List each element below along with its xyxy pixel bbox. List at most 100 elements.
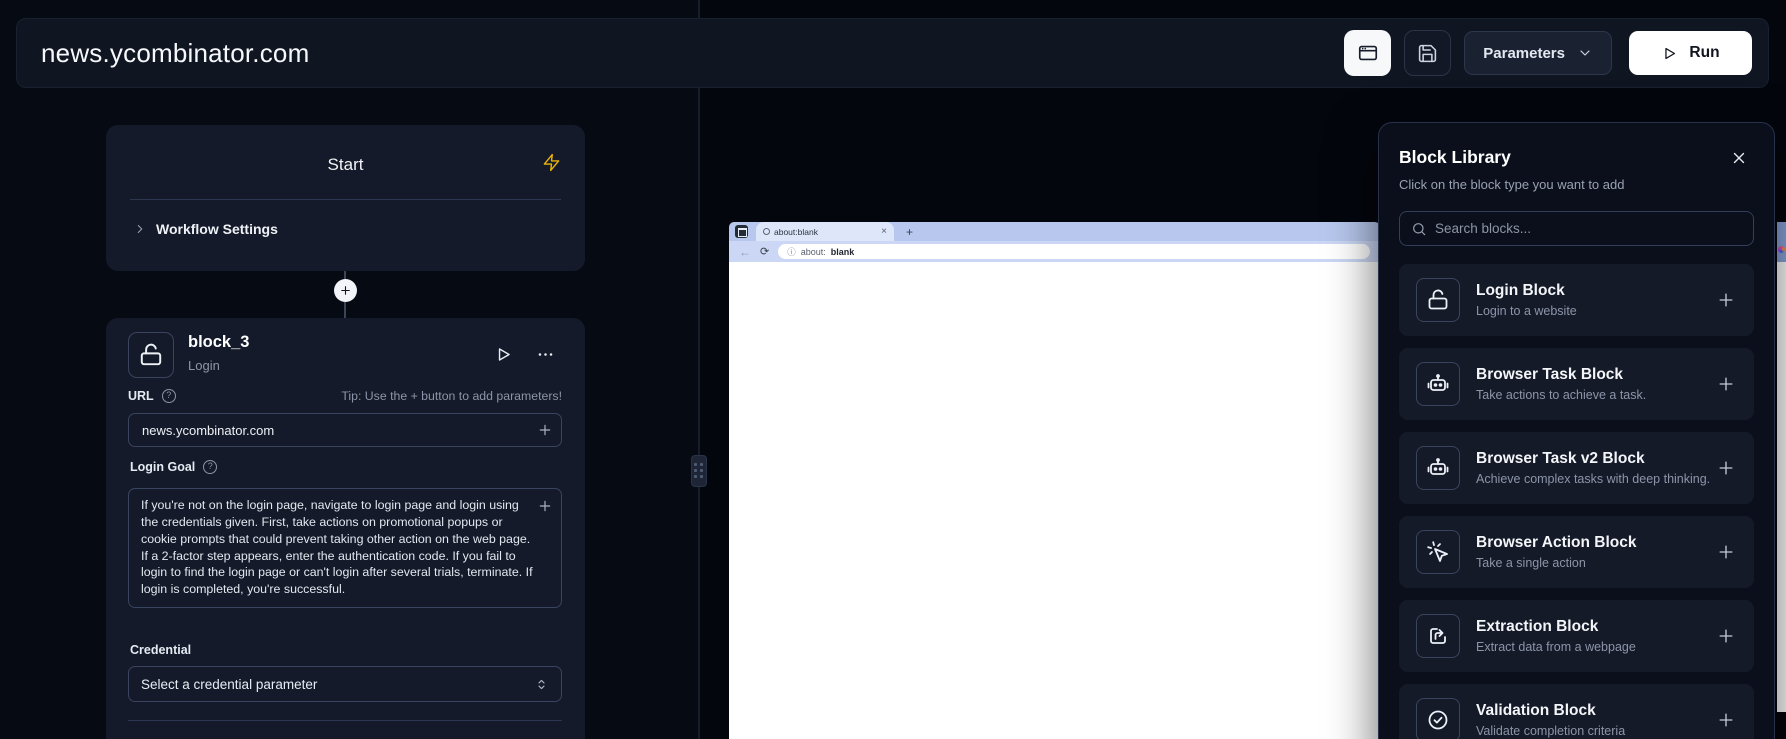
extract-icon [1426, 624, 1450, 648]
chevron-down-icon [1577, 45, 1593, 61]
add-block-node[interactable] [334, 279, 357, 302]
grip-dots-icon [694, 463, 704, 479]
save-button[interactable] [1404, 30, 1451, 76]
block-library-panel: Block Library Click on the block type yo… [1378, 122, 1775, 739]
run-button[interactable]: Run [1629, 31, 1752, 75]
browser-tab[interactable]: about:blank × [756, 222, 894, 241]
plus-icon [537, 498, 553, 514]
tab-title: about:blank [774, 227, 877, 237]
back-icon[interactable]: ← [739, 245, 751, 259]
address-bar[interactable]: ⓘ about:blank [778, 244, 1370, 259]
chevron-right-icon [133, 222, 147, 236]
new-tab-button[interactable]: + [906, 225, 913, 239]
block-search-input[interactable] [1400, 212, 1753, 245]
reload-icon[interactable]: ⟳ [760, 245, 769, 258]
login-goal-label-row: Login Goal [130, 460, 217, 474]
block-type-label: Login [188, 358, 220, 373]
add-block-button[interactable] [1716, 710, 1736, 735]
library-item-title: Browser Task v2 Block [1476, 450, 1710, 468]
library-item-icon-box [1416, 614, 1460, 658]
robot-icon [1426, 456, 1450, 480]
library-item-icon-box [1416, 278, 1460, 322]
block-library-title: Block Library [1399, 147, 1511, 168]
play-icon [494, 345, 513, 364]
url-label-row: URL Tip: Use the + button to add paramet… [128, 389, 562, 403]
plus-icon [1716, 458, 1736, 478]
library-item-description: Extract data from a webpage [1476, 640, 1636, 654]
workflow-settings-label: Workflow Settings [156, 221, 278, 237]
add-block-button[interactable] [1716, 542, 1736, 567]
browser-view-button[interactable] [1344, 30, 1391, 76]
header-controls: Parameters Run [1344, 30, 1752, 76]
plus-icon [537, 422, 553, 438]
ellipsis-icon [536, 345, 555, 364]
plus-icon [1716, 290, 1736, 310]
library-item[interactable]: Browser Task v2 Block Achieve complex ta… [1399, 432, 1754, 504]
tab-search-icon [735, 225, 748, 238]
library-item[interactable]: Browser Task Block Take actions to achie… [1399, 348, 1754, 420]
library-item-icon-box [1416, 362, 1460, 406]
block-name: block_3 [188, 333, 249, 352]
library-item[interactable]: Extraction Block Extract data from a web… [1399, 600, 1754, 672]
live-browser-preview[interactable]: about:blank × + ← ⟳ ⓘ about:blank [729, 222, 1380, 739]
credential-select[interactable]: Select a credential parameter [128, 666, 562, 702]
library-item-title: Browser Task Block [1476, 366, 1646, 384]
add-block-button[interactable] [1716, 626, 1736, 651]
close-icon [1730, 149, 1748, 167]
url-input[interactable] [128, 413, 562, 447]
play-icon [1661, 45, 1678, 62]
lightning-bolt-icon [542, 153, 561, 177]
block-type-icon-box [128, 332, 174, 378]
parameters-dropdown-button[interactable]: Parameters [1464, 31, 1612, 75]
cursor-click-icon [1426, 540, 1450, 564]
second-browser-frame-edge [1777, 222, 1786, 712]
card-divider [128, 720, 562, 721]
parameters-label: Parameters [1483, 45, 1565, 62]
library-item[interactable]: Validation Block Validate completion cri… [1399, 684, 1754, 739]
workflow-editor-screen: news.ycombinator.com Parameters Run Star… [0, 0, 1786, 739]
login-block-card[interactable]: block_3 Login URL Tip: Use the + button … [106, 318, 585, 739]
card-divider [130, 199, 561, 200]
save-icon [1417, 43, 1438, 64]
add-parameter-button[interactable] [537, 422, 553, 443]
add-block-button[interactable] [1716, 458, 1736, 483]
start-block-card[interactable]: Start Workflow Settings [106, 125, 585, 271]
add-block-button[interactable] [1716, 290, 1736, 315]
help-icon[interactable] [162, 389, 176, 403]
library-item-title: Login Block [1476, 282, 1577, 300]
parameters-tip: Tip: Use the + button to add parameters! [341, 389, 562, 403]
library-item-description: Take a single action [1476, 556, 1637, 570]
login-goal-field-wrap: If you're not on the login page, navigat… [128, 488, 562, 608]
block-library-list: Login Block Login to a website Browser T… [1399, 264, 1754, 739]
divider-drag-handle[interactable] [691, 455, 707, 487]
run-block-button[interactable] [494, 345, 513, 369]
globe-icon [763, 228, 770, 235]
add-block-button[interactable] [1716, 374, 1736, 399]
close-panel-button[interactable] [1726, 145, 1752, 171]
profile-avatar-icon [1778, 246, 1785, 253]
library-item-title: Validation Block [1476, 702, 1625, 720]
plus-icon [1716, 710, 1736, 730]
library-item-title: Browser Action Block [1476, 534, 1637, 552]
url-label: URL [128, 389, 154, 403]
block-search-box [1399, 211, 1754, 246]
tab-close-icon[interactable]: × [881, 227, 887, 237]
check-circle-icon [1426, 708, 1450, 732]
chevrons-up-down-icon [534, 677, 549, 692]
app-window-icon [1357, 42, 1379, 64]
browser-page-blank[interactable] [729, 262, 1380, 739]
library-item[interactable]: Login Block Login to a website [1399, 264, 1754, 336]
login-goal-textarea[interactable]: If you're not on the login page, navigat… [128, 488, 562, 608]
add-parameter-button[interactable] [537, 498, 553, 519]
browser-tab-strip: about:blank × + [729, 222, 1380, 241]
library-item-icon-box [1416, 530, 1460, 574]
library-item[interactable]: Browser Action Block Take a single actio… [1399, 516, 1754, 588]
run-label: Run [1689, 44, 1719, 62]
library-item-description: Take actions to achieve a task. [1476, 388, 1646, 402]
workflow-settings-toggle[interactable]: Workflow Settings [133, 221, 278, 237]
help-icon[interactable] [203, 460, 217, 474]
block-menu-button[interactable] [536, 345, 555, 369]
plus-icon [1716, 374, 1736, 394]
plus-icon [1716, 542, 1736, 562]
plus-icon [1716, 626, 1736, 646]
